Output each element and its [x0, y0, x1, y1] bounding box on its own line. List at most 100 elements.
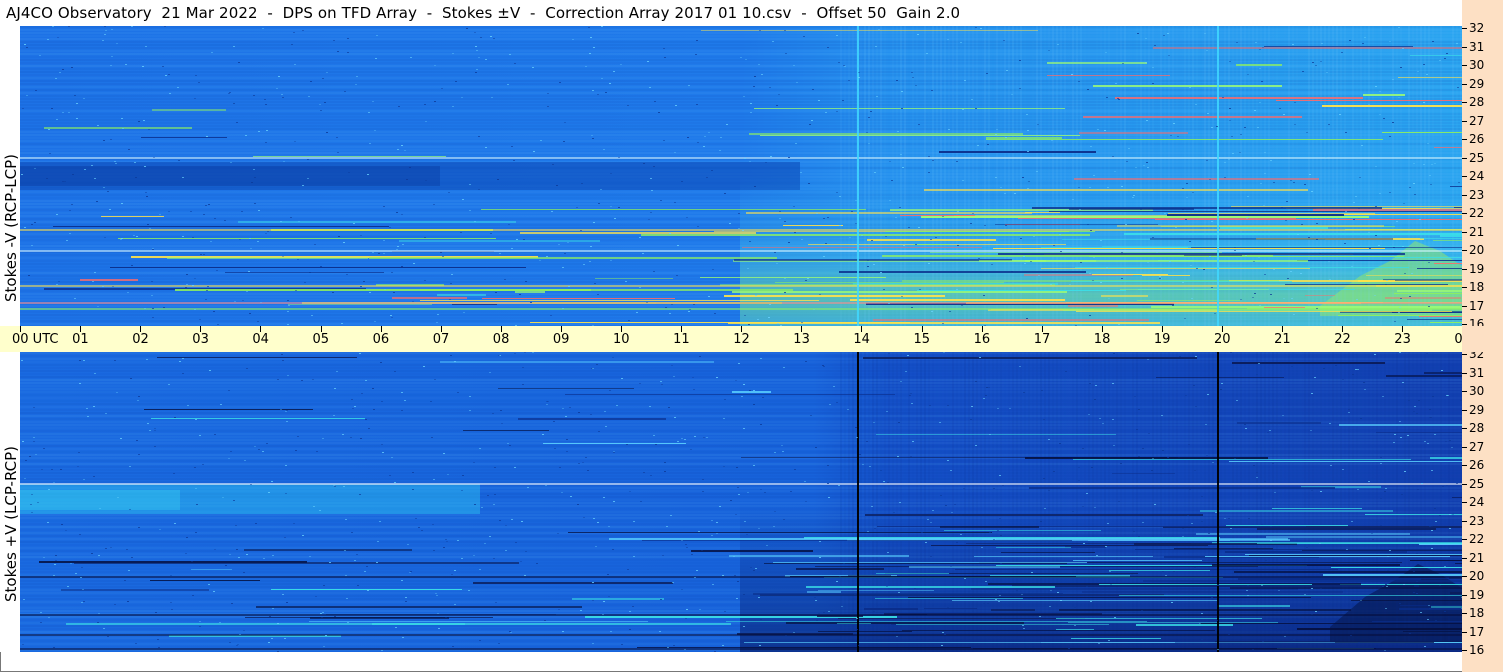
time-label: 08 — [492, 332, 510, 347]
time-label: 17 — [1033, 332, 1051, 347]
bottom-freq-label: 30 — [1469, 384, 1485, 398]
bottom-freq-label: 31 — [1469, 365, 1485, 380]
top-freq-label: 19 — [1469, 261, 1485, 276]
top-freq-tick — [1462, 46, 1467, 48]
bottom-freq-label: 16 — [1469, 643, 1485, 657]
bottom-freq-label: 23 — [1469, 513, 1485, 528]
spectrogram-bottom — [20, 352, 1462, 652]
time-label: 12 — [733, 332, 750, 347]
time-label: 18 — [1093, 332, 1111, 347]
top-freq-label: 28 — [1469, 95, 1485, 109]
top-freq-label: 23 — [1469, 187, 1485, 202]
time-axis: 00 UTC 01 02 03 04 05 06 07 08 09 10 11 12 13 14 15 16 17… — [0, 326, 1503, 352]
top-freq-tick — [1462, 194, 1467, 196]
top-panel-ylabel: Stokes -V (RCP-LCP) — [2, 154, 20, 302]
page-title: AJ4CO Observatory 21 Mar 2022 - DPS on T… — [6, 4, 961, 22]
left-strip-bottom: Stokes +V (LCP-RCP) — [0, 352, 20, 652]
time-label: 02 — [132, 332, 149, 347]
top-freq-label: 17 — [1469, 298, 1485, 313]
time-label: 07 — [432, 332, 450, 347]
time-label: 00 UTC — [12, 332, 59, 347]
bottom-freq-tick — [1462, 520, 1467, 522]
top-freq-label: 30 — [1469, 58, 1485, 72]
top-freq-tick — [1462, 324, 1467, 325]
bottom-freq-label: 27 — [1469, 439, 1485, 454]
top-freq-tick — [1462, 268, 1467, 270]
bottom-freq-label: 22 — [1469, 532, 1485, 546]
bottom-freq-label: 20 — [1469, 569, 1485, 583]
top-freq-tick — [1462, 139, 1467, 140]
top-freq-tick — [1462, 157, 1467, 159]
bottom-freq-tick — [1462, 465, 1467, 466]
bottom-freq-label: 19 — [1469, 587, 1485, 602]
top-freq-label: 21 — [1469, 224, 1485, 239]
top-freq-label: 26 — [1469, 132, 1485, 146]
bottom-freq-tick — [1462, 354, 1467, 355]
top-freq-label: 24 — [1469, 169, 1485, 183]
bottom-freq-label: 28 — [1469, 421, 1485, 435]
spectrogram-bottom-image — [20, 352, 1462, 652]
time-label: 20 — [1214, 332, 1231, 347]
top-freq-tick — [1462, 28, 1467, 29]
top-freq-tick — [1462, 250, 1467, 251]
top-freq-label: 27 — [1469, 113, 1485, 128]
time-label: 19 — [1153, 332, 1171, 347]
bottom-freq-tick — [1462, 576, 1467, 577]
bottom-freq-tick — [1462, 372, 1467, 374]
bottom-freq-label: 25 — [1469, 476, 1485, 491]
time-label: 14 — [853, 332, 870, 347]
time-label: 10 — [613, 332, 630, 347]
time-label: 05 — [312, 332, 330, 347]
bottom-freq-tick — [1462, 391, 1467, 392]
time-label: 06 — [372, 332, 390, 347]
top-freq-tick — [1462, 213, 1467, 214]
bottom-freq-tick — [1462, 446, 1467, 448]
left-strip-top: Stokes -V (RCP-LCP) — [0, 26, 20, 326]
bottom-freq-tick — [1462, 557, 1467, 559]
top-freq-tick — [1462, 231, 1467, 233]
spectrogram-top-image — [20, 26, 1462, 326]
time-label: 15 — [913, 332, 931, 347]
time-label: 04 — [252, 332, 269, 347]
bottom-freq-label: 29 — [1469, 402, 1485, 417]
top-freq-tick — [1462, 65, 1467, 66]
corner-box-middle — [1462, 326, 1503, 352]
bottom-freq-label: 18 — [1469, 606, 1485, 620]
time-label: 01 — [72, 332, 89, 347]
top-freq-tick — [1462, 120, 1467, 122]
time-label: 16 — [973, 332, 991, 347]
time-label: 09 — [552, 332, 570, 347]
bottom-freq-tick — [1462, 613, 1467, 614]
top-freq-label: 32 — [1469, 21, 1485, 35]
top-freq-label: 20 — [1469, 243, 1485, 257]
bottom-freq-tick — [1462, 631, 1467, 633]
bottom-freq-tick — [1462, 650, 1467, 651]
time-label: 11 — [673, 332, 690, 347]
frequency-axis-bottom: 32 31 30 29 28 27 26 25 24 23 22 21 20 19 18 17 16 — [1462, 348, 1503, 672]
time-label: 22 — [1334, 332, 1351, 347]
top-freq-tick — [1462, 305, 1467, 307]
time-label: 13 — [793, 332, 810, 347]
bottom-freq-tick — [1462, 594, 1467, 596]
top-freq-label: 22 — [1469, 206, 1485, 220]
top-freq-label: 29 — [1469, 76, 1485, 91]
frequency-axis-top: 32 31 30 29 28 27 26 25 24 23 22 21 20 19 18 17 16 — [1462, 22, 1503, 330]
bottom-freq-tick — [1462, 428, 1467, 429]
top-freq-tick — [1462, 83, 1467, 85]
time-label: 21 — [1274, 332, 1291, 347]
bottom-panel-ylabel: Stokes +V (LCP-RCP) — [2, 446, 20, 602]
bottom-freq-tick — [1462, 483, 1467, 485]
bottom-freq-label: 24 — [1469, 495, 1485, 509]
title-bar: AJ4CO Observatory 21 Mar 2022 - DPS on T… — [0, 0, 1462, 26]
bottom-freq-tick — [1462, 409, 1467, 411]
bottom-freq-tick — [1462, 539, 1467, 540]
top-freq-label: 31 — [1469, 39, 1485, 54]
bottom-freq-label: 17 — [1469, 624, 1485, 639]
top-freq-label: 25 — [1469, 150, 1485, 165]
bottom-freq-tick — [1462, 502, 1467, 503]
spectrogram-top — [20, 26, 1462, 326]
time-label: 03 — [192, 332, 209, 347]
top-freq-tick — [1462, 176, 1467, 177]
bottom-freq-label: 26 — [1469, 458, 1485, 472]
time-label: 23 — [1394, 332, 1411, 347]
